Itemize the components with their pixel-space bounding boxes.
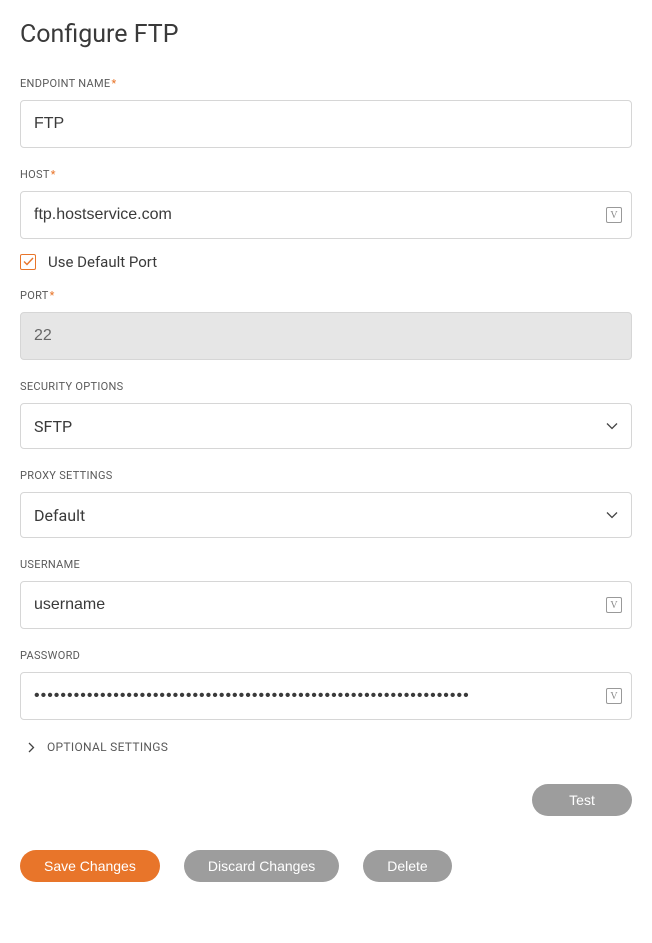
proxy-settings-select[interactable]: Default: [20, 492, 632, 538]
discard-button[interactable]: Discard Changes: [184, 850, 339, 882]
chevron-right-icon: [28, 742, 35, 753]
optional-settings-toggle[interactable]: OPTIONAL SETTINGS: [20, 740, 632, 754]
host-label: HOST*: [20, 168, 632, 181]
port-input: [20, 312, 632, 360]
proxy-settings-label: PROXY SETTINGS: [20, 469, 632, 482]
optional-settings-label: OPTIONAL SETTINGS: [47, 740, 168, 754]
security-options-select[interactable]: SFTP: [20, 403, 632, 449]
host-input[interactable]: [20, 191, 632, 239]
security-options-label: SECURITY OPTIONS: [20, 380, 632, 393]
use-default-port-label[interactable]: Use Default Port: [48, 253, 157, 271]
save-button[interactable]: Save Changes: [20, 850, 160, 882]
endpoint-name-label: ENDPOINT NAME*: [20, 77, 632, 90]
page-title: Configure FTP: [20, 20, 632, 49]
required-mark-icon: *: [50, 289, 55, 302]
required-mark-icon: *: [111, 77, 116, 90]
endpoint-name-input[interactable]: [20, 100, 632, 148]
password-input[interactable]: [20, 672, 632, 720]
check-icon: [23, 256, 34, 268]
required-mark-icon: *: [51, 168, 56, 181]
port-label: PORT*: [20, 289, 632, 302]
test-button[interactable]: Test: [532, 784, 632, 816]
password-label: PASSWORD: [20, 649, 632, 662]
delete-button[interactable]: Delete: [363, 850, 451, 882]
username-label: USERNAME: [20, 558, 632, 571]
username-input[interactable]: [20, 581, 632, 629]
use-default-port-checkbox[interactable]: [20, 254, 36, 270]
